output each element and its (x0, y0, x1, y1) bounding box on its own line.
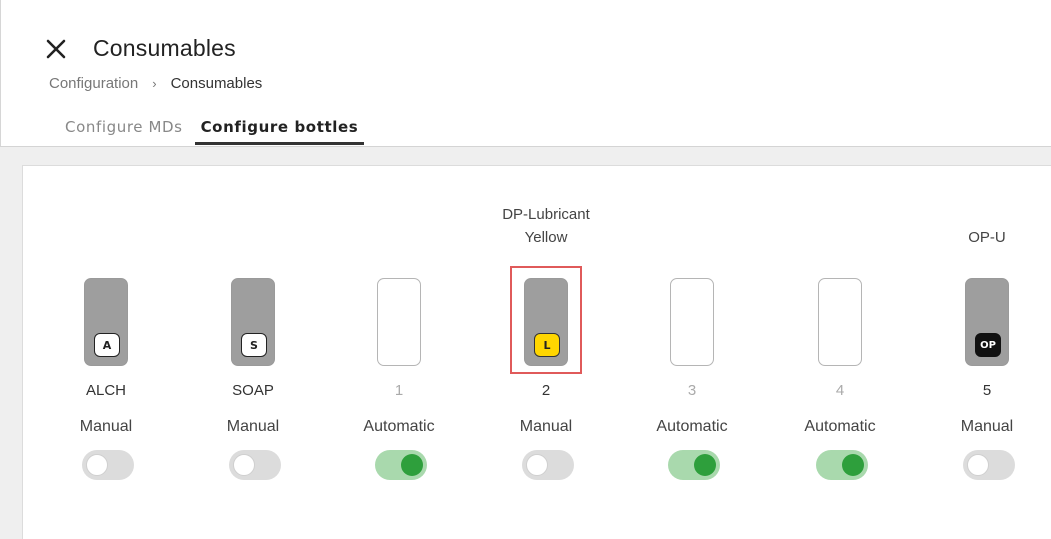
bottle-slot: 1 Automatic (339, 166, 459, 496)
bottle-mode-label: Manual (519, 418, 573, 435)
bottle-mode-label: Manual (226, 418, 280, 435)
bottle-position-label: ALCH (85, 382, 126, 399)
bottle-mode-label: Automatic (804, 418, 876, 435)
bottle-consumable-name: OP-U (968, 229, 1006, 246)
bottle-mode-label: Manual (79, 418, 133, 435)
mode-toggle[interactable] (229, 450, 281, 480)
toggle-knob (842, 454, 864, 476)
mode-toggle[interactable] (963, 450, 1015, 480)
bottle-position-label: 4 (835, 382, 845, 399)
tab-bar: Configure MDs Configure bottles (59, 113, 370, 145)
bottle-consumable-name: DP-Lubricant Yellow (502, 206, 590, 246)
toggle-knob (967, 454, 989, 476)
bottle-wrapper: A (84, 278, 128, 366)
breadcrumb-separator-icon: › (152, 76, 157, 91)
bottle-position-label: SOAP (232, 382, 274, 399)
toggle-knob (86, 454, 108, 476)
bottles-panel: A ALCH Manual S SOAP Manual 1 Automatic DP-Lubri… (22, 165, 1051, 539)
bottle-icon[interactable]: S (231, 278, 275, 366)
mode-toggle[interactable] (522, 450, 574, 480)
tab-configure-mds[interactable]: Configure MDs (59, 113, 189, 145)
bottle-slot: 4 Automatic (780, 166, 900, 496)
bottle-position-label: 2 (541, 382, 551, 399)
breadcrumb-configuration-link[interactable]: Configuration (49, 75, 138, 92)
mode-toggle[interactable] (816, 450, 868, 480)
bottle-position-label: 3 (687, 382, 697, 399)
bottle-mode-label: Automatic (656, 418, 728, 435)
mode-toggle[interactable] (82, 450, 134, 480)
close-icon[interactable] (45, 38, 67, 60)
bottle-wrapper (670, 278, 714, 366)
bottle-icon[interactable] (670, 278, 714, 366)
toggle-knob (694, 454, 716, 476)
bottle-mode-label: Automatic (363, 418, 435, 435)
bottle-wrapper: L (510, 266, 582, 374)
bottle-wrapper (818, 278, 862, 366)
bottle-position-label: 5 (982, 382, 992, 399)
mode-toggle[interactable] (375, 450, 427, 480)
bottle-icon[interactable]: L (524, 278, 568, 366)
bottle-badge: L (534, 333, 560, 357)
bottle-icon[interactable]: A (84, 278, 128, 366)
tab-configure-bottles[interactable]: Configure bottles (194, 113, 365, 145)
bottle-icon[interactable] (818, 278, 862, 366)
toggle-knob (526, 454, 548, 476)
breadcrumb-current: Consumables (170, 75, 263, 92)
bottle-badge: A (94, 333, 120, 357)
toggle-knob (233, 454, 255, 476)
bottle-slot: 3 Automatic (632, 166, 752, 496)
mode-toggle[interactable] (668, 450, 720, 480)
bottle-badge: OP (975, 333, 1001, 357)
bottle-wrapper: OP (965, 278, 1009, 366)
bottle-position-label: 1 (394, 382, 404, 399)
toggle-knob (401, 454, 423, 476)
bottle-mode-label: Manual (960, 418, 1014, 435)
bottle-badge: S (241, 333, 267, 357)
bottle-slot: S SOAP Manual (193, 166, 313, 496)
bottle-icon[interactable]: OP (965, 278, 1009, 366)
bottle-icon[interactable] (377, 278, 421, 366)
page-header: Consumables Configuration › Consumables … (0, 0, 1051, 146)
breadcrumb: Configuration › Consumables (49, 75, 262, 92)
bottle-slot: DP-Lubricant Yellow L 2 Manual (486, 166, 606, 496)
bottle-wrapper: S (231, 278, 275, 366)
page-title: Consumables (93, 35, 236, 61)
bottle-wrapper (377, 278, 421, 366)
bottle-slot: A ALCH Manual (46, 166, 166, 496)
bottle-slot: OP-U OP 5 Manual (927, 166, 1047, 496)
